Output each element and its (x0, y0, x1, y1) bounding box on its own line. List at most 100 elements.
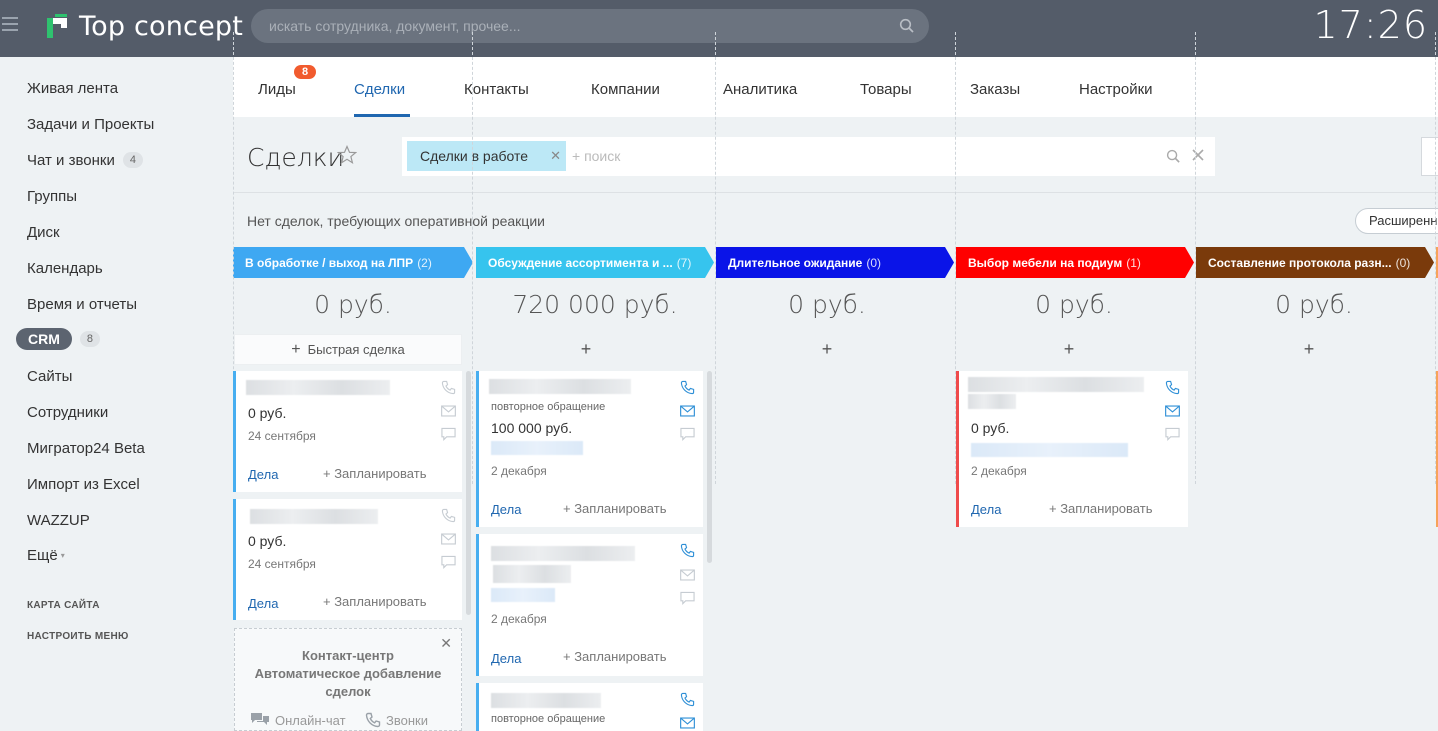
plan-activity-link[interactable]: + Запланировать (323, 594, 426, 609)
tab-deals[interactable]: Сделки (354, 81, 405, 98)
deal-card[interactable]: 0 руб. 2 декабря Дела + Запланировать (956, 371, 1188, 527)
add-deal-button[interactable]: + (956, 339, 1182, 360)
add-deal-button[interactable]: + (716, 339, 938, 360)
tab-products[interactable]: Товары (860, 81, 912, 98)
logo-mark-icon (47, 14, 67, 38)
email-icon[interactable] (441, 533, 456, 545)
email-icon[interactable] (441, 405, 456, 417)
sidebar-item-calendar[interactable]: Календарь (27, 258, 103, 278)
clock[interactable]: 17:26 (1313, 3, 1428, 47)
add-deal-button[interactable]: + (476, 339, 696, 360)
filter-bar: Сделки в работе ✕ (402, 137, 1215, 176)
sidebar-item-more[interactable]: Ещё ▾ (27, 545, 65, 565)
divider (233, 192, 1438, 193)
sidebar-item-tasks[interactable]: Задачи и Проекты (27, 114, 154, 134)
chip-remove-icon[interactable]: ✕ (550, 148, 561, 164)
tab-leads[interactable]: Лиды (258, 81, 296, 98)
kanban-column-3: Длительное ожидание (0) 0 руб. + (716, 247, 954, 731)
deal-actions-link[interactable]: Дела (248, 467, 278, 482)
deal-card[interactable]: повторное обращение 100 000 руб. 2 декаб… (476, 371, 703, 527)
sidebar-item-groups[interactable]: Группы (27, 186, 77, 206)
deal-date: 2 декабря (491, 464, 547, 478)
plan-activity-link[interactable]: + Запланировать (323, 466, 426, 481)
contact-center-title: Контакт-центр Автоматическое добавление … (254, 648, 442, 699)
chat-icon[interactable] (680, 427, 695, 441)
filter-search-icon[interactable] (1166, 149, 1181, 164)
deal-card[interactable]: 2 декабря Дела + Запланировать (476, 534, 703, 676)
sidebar-item-crm[interactable]: CRM 8 (16, 328, 101, 350)
plan-activity-link[interactable]: + Запланировать (1049, 501, 1152, 516)
deal-date: 2 декабря (491, 612, 547, 626)
deal-actions-link[interactable]: Дела (971, 502, 1001, 517)
logo[interactable]: Top concept (47, 10, 243, 42)
sidebar-item-disk[interactable]: Диск (27, 222, 60, 242)
column-header[interactable]: В обработке / выход на ЛПР (2) (233, 247, 464, 278)
left-sidebar: Живая лента Задачи и Проекты Чат и звонк… (0, 57, 233, 731)
email-icon[interactable] (680, 569, 695, 581)
calls-option[interactable]: Звонки (365, 712, 428, 728)
deal-actions-link[interactable]: Дела (248, 596, 278, 611)
chat-icon[interactable] (441, 555, 456, 569)
deal-date: 2 декабря (971, 464, 1027, 478)
email-icon[interactable] (680, 405, 695, 417)
sidebar-item-time-reports[interactable]: Время и отчеты (27, 294, 137, 314)
column-header[interactable]: Длительное ожидание (0) (716, 247, 945, 278)
phone-icon[interactable] (680, 380, 695, 395)
configure-menu-link[interactable]: НАСТРОИТЬ МЕНЮ (27, 631, 129, 642)
phone-icon[interactable] (441, 508, 456, 523)
sidebar-item-chat[interactable]: Чат и звонки 4 (27, 150, 143, 170)
sidebar-item-sites[interactable]: Сайты (27, 366, 72, 386)
deal-card[interactable]: 0 руб. 24 сентября Дела + Запланировать (233, 499, 462, 620)
deal-tag: повторное обращение (491, 401, 606, 413)
blurred-company (491, 588, 555, 602)
sidebar-item-live-feed[interactable]: Живая лента (27, 78, 118, 98)
sidebar-item-migrator[interactable]: Мигратор24 Beta (27, 438, 145, 458)
column-header[interactable]: Составление протокола разн... (0) (1196, 247, 1425, 278)
email-icon[interactable] (1165, 405, 1180, 417)
deal-actions-link[interactable]: Дела (491, 502, 521, 517)
tab-orders[interactable]: Заказы (970, 81, 1020, 98)
add-deal-button[interactable]: + (1196, 339, 1422, 360)
tab-settings[interactable]: Настройки (1079, 81, 1153, 98)
phone-icon[interactable] (680, 692, 695, 707)
tab-analytics[interactable]: Аналитика (723, 81, 797, 98)
menu-burger-icon[interactable] (2, 17, 18, 31)
email-icon[interactable] (680, 717, 695, 729)
tab-contacts[interactable]: Контакты (464, 81, 529, 98)
tab-companies[interactable]: Компании (591, 81, 660, 98)
deal-card[interactable]: 0 руб. 24 сентября Дела + Запланировать (233, 371, 462, 492)
plan-activity-link[interactable]: + Запланировать (563, 501, 666, 516)
top-bar: Top concept 17:26 (0, 0, 1438, 57)
phone-icon[interactable] (680, 543, 695, 558)
sitemap-link[interactable]: КАРТА САЙТА (27, 600, 100, 611)
quick-deal-button[interactable]: + Быстрая сделка (234, 334, 462, 365)
chat-icon[interactable] (441, 427, 456, 441)
sidebar-item-employees[interactable]: Сотрудники (27, 402, 108, 422)
deal-date: 24 сентября (248, 429, 316, 443)
deal-actions-link[interactable]: Дела (491, 651, 521, 666)
column-header[interactable]: Выбор мебели на подиум (1) (956, 247, 1185, 278)
star-icon[interactable] (337, 145, 357, 165)
search-icon[interactable] (899, 18, 915, 34)
sidebar-item-wazzup[interactable]: WAZZUP (27, 510, 90, 530)
blurred-title (489, 379, 631, 394)
chat-icon[interactable] (1165, 427, 1180, 441)
phone-icon[interactable] (1165, 380, 1180, 395)
column-header[interactable]: Обсуждение ассортимента и ... (7) (476, 247, 705, 278)
chat-icon[interactable] (680, 591, 695, 605)
phone-icon[interactable] (441, 380, 456, 395)
leads-count-badge: 8 (294, 65, 317, 79)
plan-activity-link[interactable]: + Запланировать (563, 649, 666, 664)
filter-search-input[interactable] (572, 145, 1132, 167)
global-search (251, 9, 929, 43)
sidebar-item-import-excel[interactable]: Импорт из Excel (27, 474, 140, 494)
extended-filter-button[interactable]: Расширенный (1355, 208, 1438, 234)
online-chat-option[interactable]: Онлайн-чат (250, 712, 346, 728)
blurred-title (491, 546, 635, 561)
column-scrollbar[interactable] (707, 371, 712, 563)
column-scrollbar[interactable] (466, 371, 471, 615)
global-search-input[interactable] (251, 9, 929, 43)
deal-card[interactable]: повторное обращение (476, 683, 703, 731)
filter-chip[interactable]: Сделки в работе ✕ (407, 141, 566, 171)
filter-clear-icon[interactable] (1191, 148, 1205, 162)
